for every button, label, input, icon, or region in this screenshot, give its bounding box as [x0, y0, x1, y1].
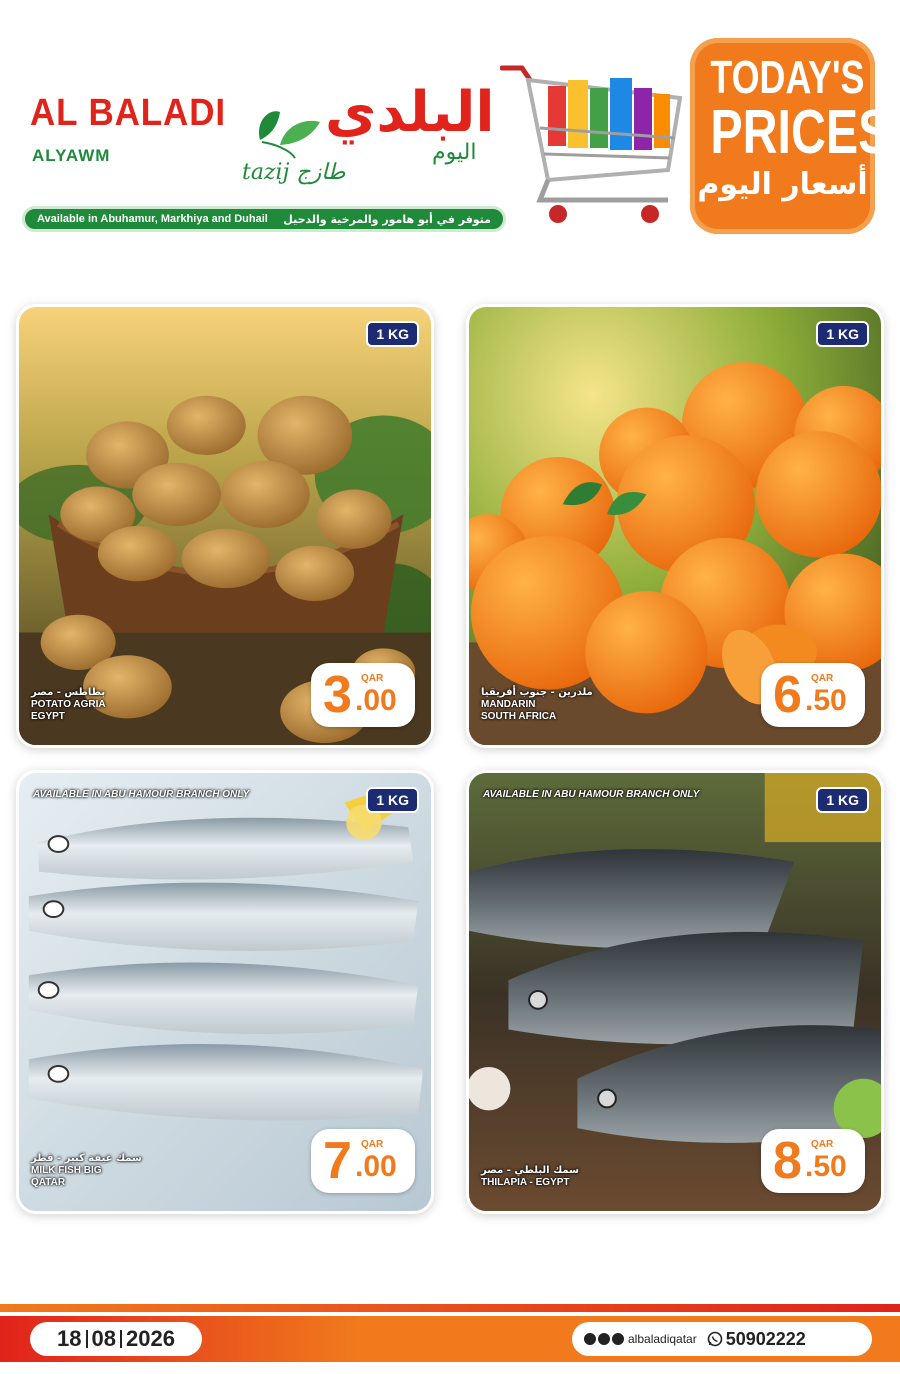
product-label: بطاطس - مصر POTATO AGRIA EGYPT	[31, 687, 106, 723]
price-currency: QAR	[361, 1139, 384, 1150]
brand-tazij: tazij طازج	[242, 160, 346, 185]
todays-prices-badge: TODAY'S PRICES أسعار اليوم	[690, 38, 891, 234]
badge-line2: PRICES	[710, 98, 891, 167]
branch-only-note: AVAILABLE IN ABU HAMOUR BRANCH ONLY	[483, 789, 700, 800]
price-decimal: .50	[805, 1150, 847, 1183]
social-icons	[584, 1333, 624, 1345]
price-tag: 3 QAR .00	[311, 663, 415, 727]
brand-name-en: AL BALADI	[30, 92, 227, 134]
price-currency: QAR	[811, 1139, 834, 1150]
footer: 18 08 2026 albaladiqatar 50902222	[0, 1304, 900, 1374]
product-name-en: THILAPIA - EGYPT	[481, 1177, 570, 1188]
date-day: 18	[57, 1326, 82, 1351]
product-card-milk-fish[interactable]: AVAILABLE IN ABU HAMOUR BRANCH ONLY 1 KG…	[16, 770, 434, 1214]
date-month: 08	[91, 1326, 116, 1351]
date-year: 2026	[126, 1326, 175, 1351]
weight-badge: 1 KG	[816, 787, 869, 813]
price-tag: 7 QAR .00	[311, 1129, 415, 1193]
price-whole: 7	[323, 1132, 352, 1190]
product-name-ar: بطاطس - مصر	[31, 687, 106, 698]
brand-sub-en: ALYAWM	[32, 146, 111, 165]
branch-only-note: AVAILABLE IN ABU HAMOUR BRANCH ONLY	[33, 789, 250, 800]
product-card-tilapia[interactable]: AVAILABLE IN ABU HAMOUR BRANCH ONLY 1 KG…	[466, 770, 884, 1214]
footer-bar: 18 08 2026 albaladiqatar 50902222	[0, 1316, 900, 1362]
product-label: سمك البلطي - مصر THILAPIA - EGYPT	[481, 1165, 579, 1189]
product-name-ar: ملدرين - جنوب أفريقيا	[481, 687, 593, 698]
weight-badge: 1 KG	[816, 321, 869, 347]
badge-line-ar: أسعار اليوم	[697, 167, 868, 202]
weight-badge: 1 KG	[366, 787, 419, 813]
price-tag: 6 QAR .50	[761, 663, 865, 727]
price-currency: QAR	[361, 673, 384, 684]
product-name-ar: سمك البلطي - مصر	[481, 1165, 579, 1176]
product-origin: EGYPT	[31, 711, 65, 722]
product-card-mandarin[interactable]: 1 KG ملدرين - جنوب أفريقيا MANDARIN SOUT…	[466, 304, 884, 748]
badge-line1: TODAY'S	[710, 51, 865, 103]
date-box: 18 08 2026	[30, 1322, 202, 1356]
price-decimal: .50	[805, 684, 847, 717]
price-decimal: .00	[355, 684, 397, 717]
availability-en: Available in Abuhamur, Markhiya and Duha…	[37, 213, 268, 225]
date-divider	[85, 1330, 88, 1348]
price-whole: 3	[323, 666, 352, 724]
leaf-logo-icon	[259, 111, 320, 159]
price-currency: QAR	[811, 673, 834, 684]
snapchat-icon[interactable]	[584, 1333, 596, 1345]
brand-sub-ar: اليوم	[432, 140, 477, 165]
phone-number[interactable]: 50902222	[726, 1329, 806, 1350]
price-whole: 8	[773, 1132, 802, 1190]
whatsapp-icon[interactable]	[707, 1331, 723, 1347]
product-name-ar: سمك عيفة كبير - قطر	[31, 1153, 142, 1164]
product-origin: QATAR	[31, 1177, 66, 1188]
footer-stripe	[0, 1304, 900, 1312]
brand-name-ar: البلدي	[325, 80, 495, 145]
product-origin: SOUTH AFRICA	[481, 711, 557, 722]
header: AL BALADI ALYAWM البلدي اليوم tazij طازج…	[0, 0, 900, 260]
product-name-en: MILK FISH BIG	[31, 1165, 102, 1176]
product-label: ملدرين - جنوب أفريقيا MANDARIN SOUTH AFR…	[481, 687, 593, 723]
contact-box: albaladiqatar 50902222	[572, 1322, 872, 1356]
shopping-cart-icon	[500, 65, 683, 223]
availability-bar: Available in Abuhamur, Markhiya and Duha…	[22, 206, 506, 232]
availability-ar: متوفر في أبو هامور والمرخية والدحيل	[283, 212, 491, 226]
price-tag: 8 QAR .50	[761, 1129, 865, 1193]
price-whole: 6	[773, 666, 802, 724]
price-decimal: .00	[355, 1150, 397, 1183]
product-name-en: MANDARIN	[481, 699, 536, 710]
product-name-en: POTATO AGRIA	[31, 699, 106, 710]
weight-badge: 1 KG	[366, 321, 419, 347]
product-card-potato[interactable]: 1 KG بطاطس - مصر POTATO AGRIA EGYPT 3 QA…	[16, 304, 434, 748]
social-handle[interactable]: albaladiqatar	[628, 1332, 697, 1346]
date-divider	[120, 1330, 122, 1348]
product-label: سمك عيفة كبير - قطر MILK FISH BIG QATAR	[31, 1153, 142, 1189]
instagram-icon[interactable]	[612, 1333, 624, 1345]
facebook-icon[interactable]	[598, 1333, 610, 1345]
